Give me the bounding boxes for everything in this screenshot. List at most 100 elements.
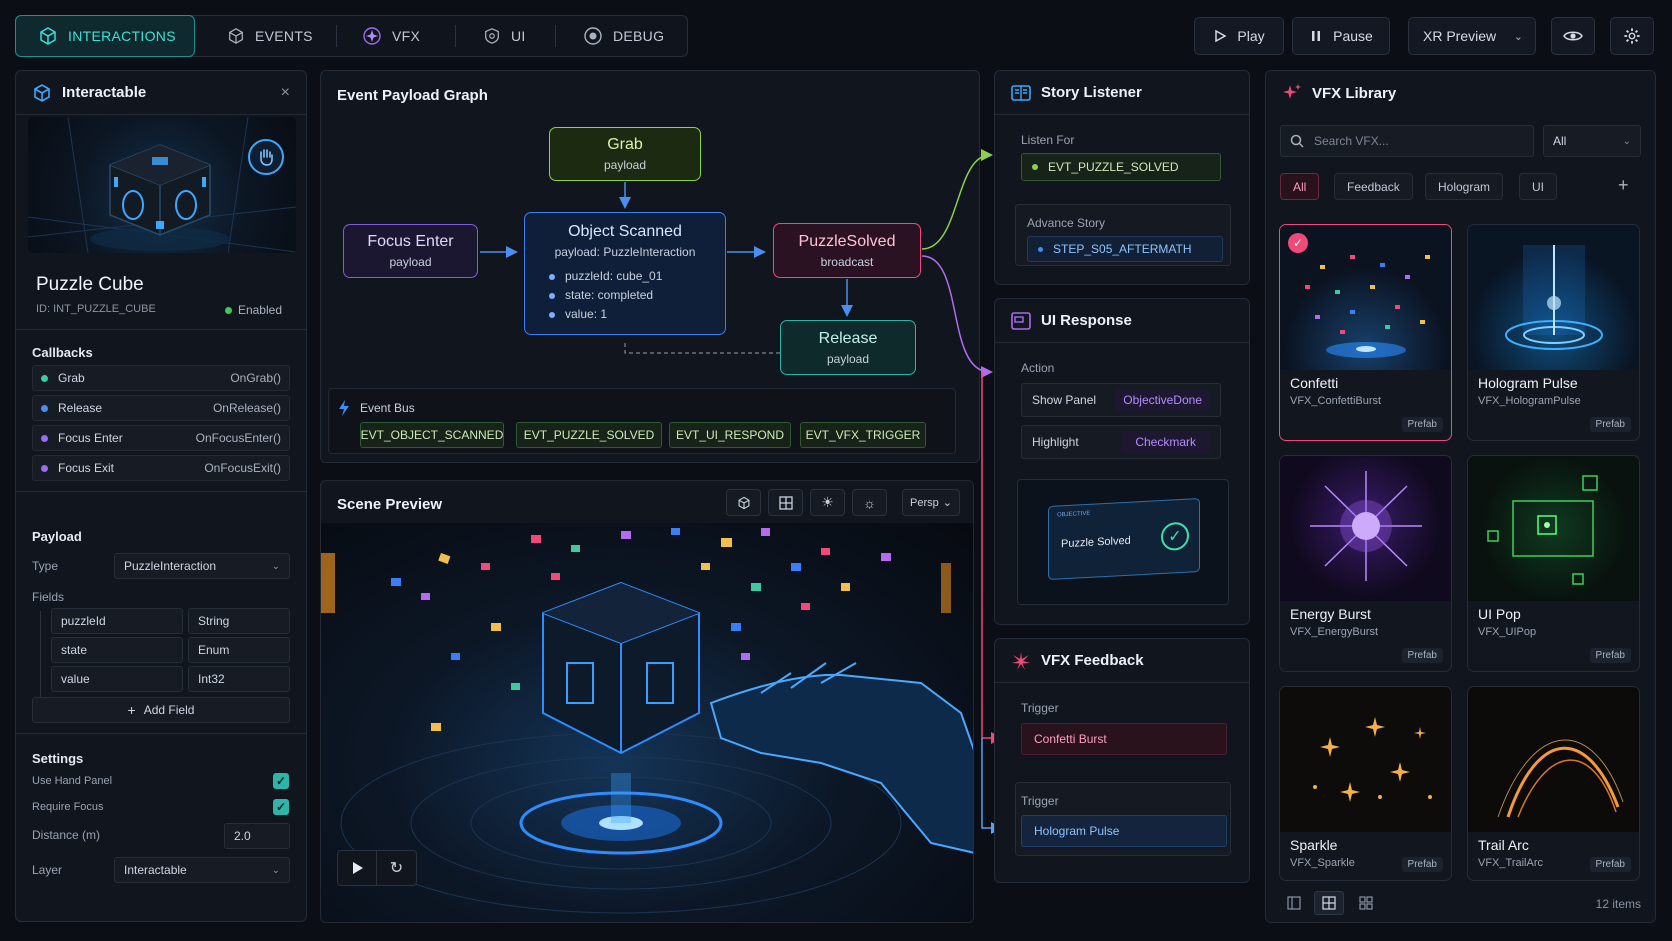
gear-icon (1623, 27, 1641, 45)
close-icon[interactable]: × (281, 84, 290, 102)
panel-title: Interactable (62, 84, 147, 101)
tab-vfx[interactable]: VFX (362, 15, 420, 57)
chip-label: All (1293, 179, 1307, 194)
view-tiles-button[interactable] (1351, 891, 1381, 915)
pause-button[interactable]: Pause (1292, 17, 1390, 55)
callback-row[interactable]: Focus Enter OnFocusEnter() (32, 425, 290, 451)
vfx-card-energy-burst[interactable]: Energy Burst VFX_EnergyBurst Prefab (1279, 455, 1452, 672)
add-field-label: Add Field (143, 703, 195, 717)
require-focus-checkbox[interactable]: ✓ (273, 799, 289, 815)
listen-label: Listen For (1021, 133, 1075, 147)
vfx-card-ui-pop[interactable]: UI Pop VFX_UIPop Prefab (1467, 455, 1640, 672)
persp-dropdown[interactable]: Persp ⌄ (902, 489, 960, 516)
bus-event[interactable]: EVT_OBJECT_SCANNED (360, 422, 504, 448)
action-row[interactable]: Highlight Checkmark (1021, 425, 1221, 459)
grab-node[interactable]: Grab payload (549, 127, 701, 181)
xr-preview-dropdown[interactable]: XR Preview ⌄ (1408, 17, 1536, 55)
bus-event[interactable]: EVT_UI_RESPOND (669, 422, 791, 448)
status-dot (224, 306, 232, 314)
action-row[interactable]: Show Panel ObjectiveDone (1021, 383, 1221, 417)
chip-all[interactable]: All (1280, 173, 1320, 200)
vfx-card-hologram-pulse[interactable]: Hologram Pulse VFX_HologramPulse Prefab (1467, 224, 1640, 441)
filter-select[interactable]: All ⌄ (1543, 125, 1641, 157)
grid-button[interactable] (768, 489, 803, 516)
callback-dot (41, 434, 48, 442)
visibility-button[interactable] (1551, 17, 1595, 55)
release-node[interactable]: Release payload (780, 320, 916, 375)
chip-label: UI (1532, 179, 1544, 194)
vfx-card-trail-arc[interactable]: Trail Arc VFX_TrailArc Prefab (1467, 686, 1640, 881)
layer-select[interactable]: Interactable ⌄ (114, 857, 290, 883)
view-list-button[interactable] (1279, 891, 1309, 915)
type-select[interactable]: PuzzleInteraction ⌄ (114, 553, 290, 579)
sun-button[interactable]: ☼ (852, 489, 887, 516)
tab-events[interactable]: EVENTS (227, 15, 313, 57)
search-icon (1290, 134, 1304, 148)
light-button[interactable]: ☀ (810, 489, 845, 516)
field-name[interactable]: value (51, 666, 183, 692)
vfx-card-confetti[interactable]: ✓ Confetti VFX_ConfettiBurst Prefab (1279, 224, 1452, 441)
callback-row[interactable]: Release OnRelease() (32, 395, 290, 421)
tab-debug[interactable]: DEBUG (583, 15, 664, 57)
callback-dot (41, 404, 48, 412)
chevron-down-icon: ⌄ (271, 560, 280, 572)
chip-ui[interactable]: UI (1519, 173, 1557, 200)
chip-label: Hologram (1438, 179, 1491, 194)
chip-feedback[interactable]: Feedback (1334, 173, 1413, 200)
field-type[interactable]: Int32 (188, 666, 290, 692)
plus-icon[interactable]: + (1618, 175, 1629, 196)
reset-icon[interactable]: ↻ (377, 851, 416, 885)
field-type[interactable]: String (188, 608, 290, 634)
field-type[interactable]: Enum (188, 637, 290, 663)
tab-divider (555, 25, 556, 47)
chevron-down-icon: ⌄ (271, 864, 280, 876)
callback-row[interactable]: Focus Exit OnFocusExit() (32, 455, 290, 481)
ui-preview: OBJECTIVE Puzzle Solved ✓ (1017, 479, 1229, 605)
fields-label: Fields (32, 590, 65, 604)
vfx-thumbnail (1468, 687, 1639, 832)
advance-step[interactable]: STEP_S05_AFTERMATH (1027, 236, 1223, 262)
settings-button[interactable] (1610, 17, 1654, 55)
callback-dot (41, 464, 48, 472)
use-hand-panel-checkbox[interactable]: ✓ (273, 773, 289, 789)
listen-event[interactable]: EVT_PUZZLE_SOLVED (1021, 153, 1221, 181)
action-name: Highlight (1032, 435, 1079, 449)
add-field-button[interactable]: + Add Field (32, 697, 290, 723)
bus-event[interactable]: EVT_VFX_TRIGGER (800, 422, 926, 448)
vfx-thumbnail (1280, 456, 1451, 601)
trigger-confetti[interactable]: Confetti Burst (1021, 723, 1227, 755)
listen-value: EVT_PUZZLE_SOLVED (1048, 160, 1179, 174)
play-icon[interactable] (338, 851, 378, 885)
object-scanned-node[interactable]: Object Scanned payload: PuzzleInteractio… (524, 212, 726, 335)
tab-ui[interactable]: UI (483, 15, 526, 57)
view-grid-button[interactable] (1314, 891, 1344, 915)
object-id: ID: INT_PUZZLE_CUBE (36, 303, 156, 315)
trigger-hologram[interactable]: Hologram Pulse (1021, 815, 1227, 847)
eye-icon (1563, 29, 1583, 43)
vfx-card-sparkle[interactable]: Sparkle VFX_Sparkle Prefab (1279, 686, 1452, 881)
node-title: Release (818, 329, 878, 347)
bus-event[interactable]: EVT_PUZZLE_SOLVED (516, 422, 662, 448)
field-name[interactable]: state (51, 637, 183, 663)
ui-response-panel: UI Response Action Show Panel ObjectiveD… (994, 298, 1250, 625)
tab-interactions[interactable]: INTERACTIONS (15, 15, 195, 57)
chip-hologram[interactable]: Hologram (1425, 173, 1504, 200)
puzzle-solved-node[interactable]: PuzzleSolved broadcast (773, 223, 921, 278)
chip-label: Feedback (1347, 179, 1400, 194)
scene-viewport[interactable]: ↻ (321, 523, 973, 922)
layer-value: Interactable (124, 863, 187, 877)
hand-grab-icon[interactable] (248, 139, 284, 175)
search-input[interactable]: Search VFX... (1280, 125, 1534, 157)
vfx-tag: Prefab (1401, 857, 1443, 872)
play-button[interactable]: Play (1194, 17, 1284, 55)
callback-row[interactable]: Grab OnGrab() (32, 365, 290, 391)
status-text: Enabled (237, 303, 282, 317)
view-cube-button[interactable] (726, 489, 761, 516)
field-name[interactable]: puzzleId (51, 608, 183, 634)
callback-label: Grab (58, 371, 85, 385)
trigger-value: Hologram Pulse (1034, 824, 1120, 838)
interactable-panel: Interactable × Puzzle Cube ID: INT_PUZZL… (15, 70, 307, 922)
distance-input[interactable]: 2.0 (224, 823, 290, 849)
callback-label: Focus Exit (58, 461, 115, 475)
focus-enter-node[interactable]: Focus Enter payload (343, 224, 478, 278)
